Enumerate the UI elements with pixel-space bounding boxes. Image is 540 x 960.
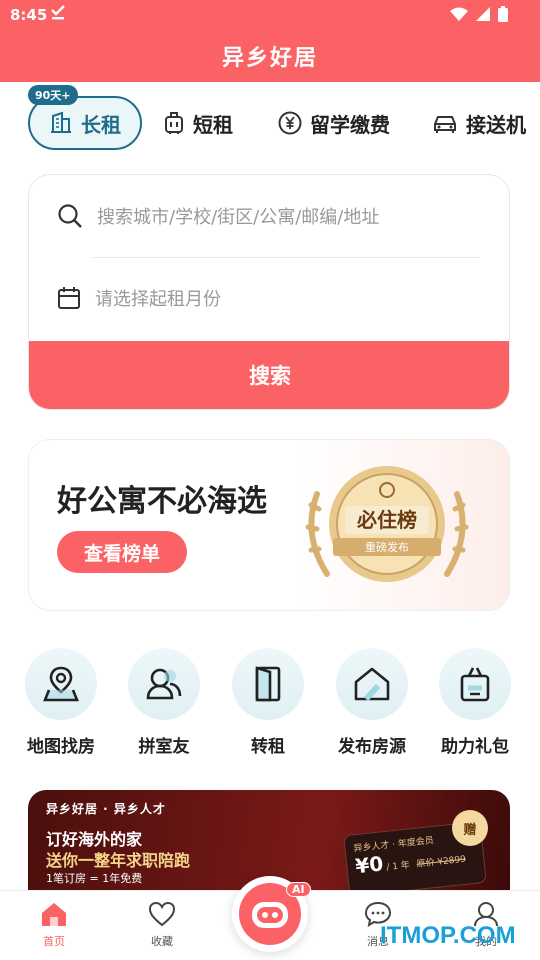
door-icon: [255, 666, 281, 702]
grid-circle: [128, 648, 200, 720]
location-placeholder: 搜索城市/学校/街区/公寓/邮编/地址: [97, 207, 380, 228]
card-original-price: 原价 ¥2899: [416, 854, 467, 870]
status-icons: [450, 6, 508, 22]
grid-circle: [336, 648, 408, 720]
house-icon: [354, 667, 390, 702]
medal-title: 必住榜: [356, 508, 417, 532]
calendar-icon: [58, 287, 80, 309]
nav-label: 首页: [43, 935, 65, 948]
apartment-icon: [51, 111, 71, 133]
nav-home[interactable]: 首页: [14, 901, 94, 949]
car-icon: [434, 116, 456, 133]
gift-badge: 赠: [452, 810, 488, 846]
search-icon: [58, 204, 82, 228]
ai-badge: AI: [286, 882, 311, 897]
card-period: / 1 年: [385, 860, 411, 874]
battery-icon: [498, 6, 508, 22]
yen-icon: [278, 111, 302, 135]
status-time: 8:45: [10, 6, 48, 24]
watermark: ITMOP.COM: [380, 922, 516, 949]
tab-label: 接送机: [466, 112, 526, 137]
nav-favorites[interactable]: 收藏: [122, 901, 202, 949]
grid-label: 拼室友: [138, 737, 190, 757]
grid-post-listing[interactable]: 发布房源: [317, 648, 427, 757]
view-ranking-button[interactable]: 查看榜单: [57, 531, 187, 573]
long-rent-badge: 90天+: [28, 85, 78, 105]
tab-study-fee[interactable]: 留学缴费: [278, 96, 390, 150]
signal-icon: [476, 7, 490, 21]
promo-brand-line: 异乡好居 · 异乡人才: [46, 802, 166, 816]
location-search-field[interactable]: 搜索城市/学校/街区/公寓/邮编/地址: [57, 203, 379, 229]
tab-label: 留学缴费: [310, 112, 390, 137]
home-icon: [42, 903, 66, 926]
grid-roommate[interactable]: 拼室友: [109, 648, 219, 757]
grid-circle: [232, 648, 304, 720]
promo-line-3: 1笔订房 = 1年免费: [46, 872, 143, 885]
ranking-banner[interactable]: 好公寓不必海选 查看榜单 必住榜 重磅发布: [28, 439, 510, 611]
grid-label: 发布房源: [338, 737, 406, 757]
luggage-icon: [165, 112, 183, 134]
status-bar: 8:45: [0, 0, 540, 30]
app-header: 8:45 异乡好居: [0, 0, 540, 82]
grid-map-search[interactable]: 地图找房: [6, 648, 116, 757]
promo-line-2: 送你一整年求职陪跑: [46, 851, 191, 870]
service-tabs: 长租 90天+ 短租 留学缴费 接送机: [0, 82, 540, 162]
search-button[interactable]: 搜索: [29, 341, 509, 409]
grid-gift-pack[interactable]: 助力礼包: [420, 648, 530, 757]
roommate-icon: [146, 668, 182, 700]
banner-title: 好公寓不必海选: [57, 484, 267, 519]
grid-circle: [439, 648, 511, 720]
tab-short-rent[interactable]: 短租: [163, 96, 233, 150]
month-placeholder: 请选择起租月份: [95, 289, 221, 310]
tab-airport-pickup[interactable]: 接送机: [432, 96, 526, 150]
search-card: 搜索城市/学校/街区/公寓/邮编/地址 请选择起租月份 搜索: [28, 174, 510, 410]
grid-label: 转租: [251, 737, 285, 757]
wifi-icon: [450, 7, 468, 21]
search-divider: [93, 257, 479, 258]
ranking-medal: 必住榜 重磅发布: [297, 454, 477, 598]
card-price: ¥0: [354, 851, 385, 879]
month-select-field[interactable]: 请选择起租月份: [57, 285, 221, 311]
grid-sublet[interactable]: 转租: [213, 648, 323, 757]
quick-actions: 地图找房 拼室友 转租 发布房源 助力礼包: [0, 640, 540, 760]
tab-label: 短租: [193, 112, 233, 137]
medal-subtitle: 重磅发布: [365, 540, 409, 554]
gift-bag-icon: [460, 667, 490, 702]
map-pin-icon: [43, 666, 79, 702]
nav-label: 收藏: [151, 935, 173, 948]
grid-label: 助力礼包: [441, 737, 509, 757]
grid-circle: [25, 648, 97, 720]
grid-label: 地图找房: [27, 737, 95, 757]
heart-icon: [148, 901, 176, 927]
app-title: 异乡好居: [221, 46, 318, 71]
download-done-icon: [50, 3, 66, 25]
tab-label: 长租: [81, 112, 121, 137]
